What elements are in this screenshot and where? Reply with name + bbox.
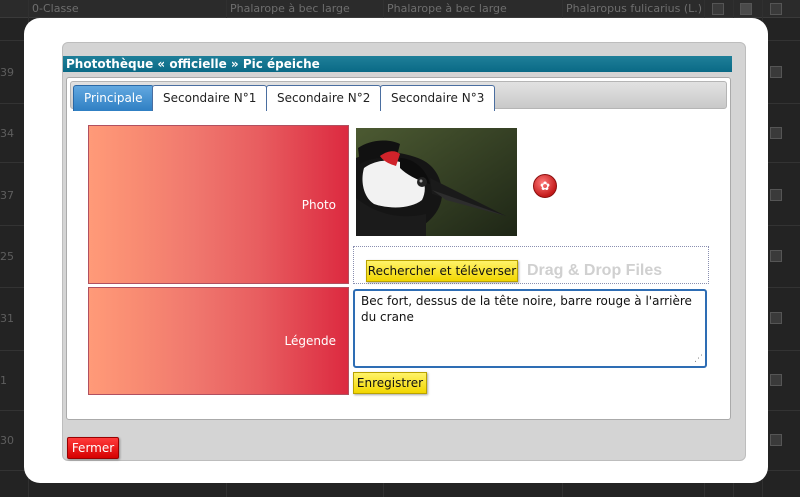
close-button[interactable]: Fermer bbox=[67, 437, 119, 459]
tab-secondaire-1[interactable]: Secondaire N°1 bbox=[152, 85, 268, 111]
bg-row-number: 1 bbox=[0, 374, 7, 387]
bg-row-number: 31 bbox=[0, 312, 14, 325]
dropzone-text: Drag & Drop Files bbox=[527, 262, 663, 279]
phototheque-dialog: Photothèque « officielle » Pic épeiche P… bbox=[62, 42, 746, 461]
modal-overlay: Photothèque « officielle » Pic épeiche P… bbox=[24, 18, 768, 483]
photo-label: Photo bbox=[301, 197, 336, 212]
upload-button[interactable]: Rechercher et téléverser bbox=[366, 260, 518, 282]
legend-textarea[interactable]: Bec fort, dessus de la tête noire, barre… bbox=[353, 289, 707, 368]
tab-secondaire-2[interactable]: Secondaire N°2 bbox=[266, 85, 382, 111]
woodpecker-photo bbox=[356, 128, 517, 236]
bg-row-number: 39 bbox=[0, 66, 14, 79]
bg-header-checkbox-1[interactable] bbox=[712, 3, 724, 15]
bg-row-number: 30 bbox=[0, 434, 14, 447]
bg-row-number: 34 bbox=[0, 127, 14, 140]
woodpecker-image bbox=[356, 128, 517, 236]
bg-header-name2: Phalarope à bec large bbox=[387, 2, 507, 15]
legend-label-cell: Légende bbox=[88, 287, 349, 395]
delete-photo-button[interactable]: ✿ bbox=[533, 174, 557, 198]
tab-principale[interactable]: Principale bbox=[73, 85, 154, 111]
photo-label-cell: Photo bbox=[88, 125, 349, 284]
tab-bar: Principale Secondaire N°1 Secondaire N°2… bbox=[70, 81, 727, 111]
bg-header-checkbox-3[interactable] bbox=[770, 3, 782, 15]
bg-row-number: 25 bbox=[0, 250, 14, 263]
background-table-header: 0-Classe Phalarope à bec large Phalarope… bbox=[0, 0, 800, 18]
bg-row-checkbox[interactable] bbox=[770, 250, 782, 262]
bg-row-checkbox[interactable] bbox=[770, 434, 782, 446]
legend-label: Légende bbox=[284, 334, 336, 348]
tab-secondaire-3[interactable]: Secondaire N°3 bbox=[380, 85, 496, 111]
bg-header-checkbox-2[interactable] bbox=[740, 3, 752, 15]
dialog-title: Photothèque « officielle » Pic épeiche bbox=[63, 56, 732, 72]
bg-row-checkbox[interactable] bbox=[770, 374, 782, 386]
bg-row-checkbox[interactable] bbox=[770, 66, 782, 78]
resize-grip-icon[interactable]: ⋰ bbox=[694, 354, 704, 364]
delete-photo-icon: ✿ bbox=[539, 179, 551, 193]
dialog-panel: Principale Secondaire N°1 Secondaire N°2… bbox=[66, 77, 731, 420]
bg-header-latin: Phalaropus fulicarius (L.) bbox=[566, 2, 703, 15]
bg-row-checkbox[interactable] bbox=[770, 312, 782, 324]
bg-header-name1: Phalarope à bec large bbox=[230, 2, 350, 15]
bg-row-checkbox[interactable] bbox=[770, 127, 782, 139]
bg-header-classe: 0-Classe bbox=[32, 2, 79, 15]
bg-row-checkbox[interactable] bbox=[770, 189, 782, 201]
bg-row-number: 37 bbox=[0, 189, 14, 202]
save-button[interactable]: Enregistrer bbox=[353, 372, 427, 394]
